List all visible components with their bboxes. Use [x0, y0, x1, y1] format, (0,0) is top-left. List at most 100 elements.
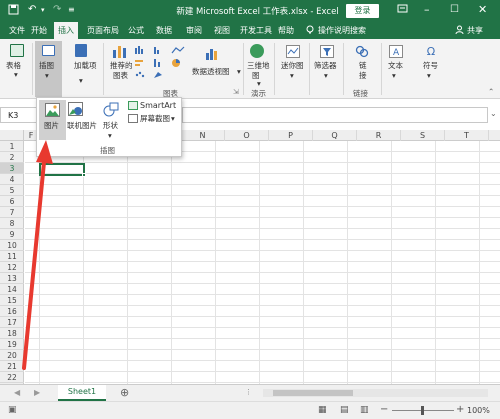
row-header[interactable]: 22 — [0, 372, 24, 383]
tab-view[interactable]: 视图 — [214, 25, 230, 36]
zoom-slider-thumb[interactable] — [421, 406, 424, 415]
column-header[interactable]: Q — [313, 130, 357, 141]
maximize-icon[interactable]: ☐ — [450, 3, 459, 17]
row-header[interactable]: 11 — [0, 251, 24, 262]
share-icon[interactable] — [455, 25, 464, 38]
row-header[interactable]: 12 — [0, 262, 24, 273]
chevron-down-icon[interactable]: ▾ — [257, 79, 261, 88]
cell-grid[interactable] — [25, 141, 500, 384]
fill-handle[interactable] — [82, 173, 86, 177]
tab-developer[interactable]: 开发工具 — [240, 25, 272, 36]
login-button[interactable]: 登录 — [346, 4, 379, 18]
tab-help[interactable]: 帮助 — [278, 25, 294, 36]
row-header[interactable]: 19 — [0, 339, 24, 350]
tab-home[interactable]: 开始 — [31, 25, 47, 36]
smartart-button[interactable]: SmartArt — [140, 101, 176, 110]
row-header[interactable]: 7 — [0, 207, 24, 218]
sparklines-icon[interactable] — [286, 45, 300, 58]
row-header[interactable]: 6 — [0, 196, 24, 207]
column-header[interactable]: T — [445, 130, 489, 141]
link-label-1[interactable]: 链 — [359, 61, 367, 70]
link-icon[interactable] — [355, 45, 369, 58]
addins-icon[interactable] — [75, 44, 87, 57]
link-label-2[interactable]: 接 — [359, 71, 367, 80]
illustrations-button[interactable]: 插图 ▾ — [35, 41, 62, 97]
chevron-down-icon[interactable]: ▾ — [427, 71, 431, 80]
text-label[interactable]: 文本 — [388, 61, 403, 70]
chevron-down-icon[interactable]: ▾ — [324, 71, 328, 80]
page-break-view-icon[interactable]: ▥ — [360, 405, 369, 415]
pivot-chart-icon[interactable] — [205, 46, 219, 60]
recommended-charts-icon[interactable] — [112, 44, 128, 58]
tab-file[interactable]: 文件 — [9, 25, 25, 36]
row-header[interactable]: 13 — [0, 273, 24, 284]
online-picture-icon[interactable] — [68, 102, 83, 116]
row-header[interactable]: 4 — [0, 174, 24, 185]
row-header[interactable]: 20 — [0, 350, 24, 361]
minimize-icon[interactable]: – — [424, 3, 430, 17]
picture-button[interactable]: 图片 — [39, 100, 66, 140]
share-button[interactable]: 共享 — [467, 25, 483, 36]
row-header[interactable]: 10 — [0, 240, 24, 251]
zoom-in-icon[interactable]: + — [456, 404, 464, 415]
row-header[interactable]: 14 — [0, 284, 24, 295]
column-header[interactable]: N — [181, 130, 225, 141]
tab-formulas[interactable]: 公式 — [128, 25, 144, 36]
select-all-corner[interactable] — [0, 130, 24, 141]
symbol-label[interactable]: 符号 — [423, 61, 438, 70]
undo-icon[interactable]: ↶ — [28, 4, 36, 16]
add-sheet-icon[interactable]: ⊕ — [120, 386, 129, 399]
table-button[interactable]: 表格 — [6, 61, 21, 70]
row-header[interactable]: 17 — [0, 317, 24, 328]
online-picture-label[interactable]: 联机图片 — [67, 121, 97, 130]
tab-page-layout[interactable]: 页面布局 — [87, 25, 119, 36]
chevron-down-icon[interactable]: ▾ — [14, 70, 18, 79]
filter-icon[interactable] — [320, 45, 334, 58]
screenshot-button[interactable]: 屏幕截图 — [140, 114, 170, 123]
smartart-icon[interactable] — [128, 101, 138, 110]
tab-split-handle[interactable]: ⋮ — [245, 388, 252, 396]
macro-record-icon[interactable]: ▣ — [8, 405, 17, 415]
pivot-chart-label[interactable]: 数据透视图 — [192, 67, 230, 76]
text-icon[interactable]: A — [389, 45, 403, 58]
prev-sheet-icon[interactable]: ◀ — [14, 388, 20, 397]
page-layout-view-icon[interactable]: ▤ — [340, 405, 349, 415]
sparklines-label[interactable]: 迷你图 — [281, 61, 304, 70]
table-icon[interactable] — [10, 44, 24, 57]
formula-input[interactable] — [182, 107, 488, 123]
normal-view-icon[interactable]: ▦ — [318, 405, 327, 415]
row-header[interactable]: 9 — [0, 229, 24, 240]
map3d-label-1[interactable]: 三维地 — [247, 61, 270, 70]
filter-label[interactable]: 筛选器 — [314, 61, 337, 70]
column-header[interactable]: P — [269, 130, 313, 141]
column-header[interactable]: O — [225, 130, 269, 141]
undo-dropdown-icon[interactable]: ▾ — [41, 4, 45, 16]
zoom-level[interactable]: 100% — [467, 406, 490, 415]
recommended-charts-label-1[interactable]: 推荐的 — [110, 61, 133, 70]
row-header[interactable]: 5 — [0, 185, 24, 196]
addins-label-1[interactable]: 加载项 — [74, 61, 97, 70]
customize-qat-icon[interactable]: ≡ — [68, 4, 75, 16]
scrollbar-thumb[interactable] — [273, 390, 353, 396]
row-header[interactable]: 21 — [0, 361, 24, 372]
tell-me-search[interactable]: 操作说明搜索 — [318, 25, 366, 36]
tab-review[interactable]: 审阅 — [186, 25, 202, 36]
save-icon[interactable] — [8, 4, 19, 19]
zoom-out-icon[interactable]: − — [380, 404, 388, 415]
recommended-charts-label-2[interactable]: 图表 — [113, 71, 128, 80]
shapes-icon[interactable] — [103, 102, 119, 117]
shapes-label[interactable]: 形状 — [103, 121, 118, 130]
sheet-tab[interactable]: Sheet1 — [58, 385, 106, 401]
collapse-ribbon-icon[interactable]: ⌃ — [488, 87, 494, 96]
chevron-down-icon[interactable]: ▾ — [171, 114, 175, 123]
row-header[interactable]: 18 — [0, 328, 24, 339]
row-header[interactable]: 15 — [0, 295, 24, 306]
screenshot-icon[interactable] — [128, 114, 138, 123]
tab-data[interactable]: 数据 — [156, 25, 172, 36]
globe-icon[interactable] — [250, 44, 264, 58]
row-header[interactable]: 2 — [0, 152, 24, 163]
chevron-down-icon[interactable]: ▾ — [79, 76, 83, 85]
chevron-down-icon[interactable]: ▾ — [108, 131, 112, 140]
close-icon[interactable]: ✕ — [478, 3, 487, 17]
row-header[interactable]: 1 — [0, 141, 24, 152]
